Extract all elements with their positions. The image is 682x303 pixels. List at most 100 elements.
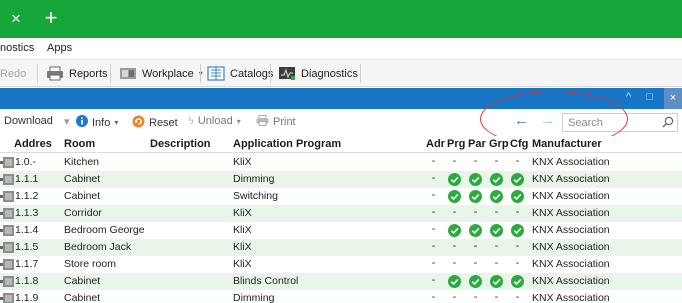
diagnostics-label: Diagnostics	[301, 67, 358, 80]
toolbar-divider	[360, 64, 361, 83]
table-row[interactable]: 1.1.1 Cabinet Dimming KNX Association -	[0, 171, 682, 188]
unload-label: Unload	[197, 115, 233, 127]
device-icon	[0, 208, 14, 219]
reports-label: Reports	[69, 67, 108, 80]
status-dash: -	[494, 240, 499, 252]
check-circle-icon	[511, 173, 524, 186]
column-header-cfg[interactable]: Cfg	[510, 138, 528, 150]
column-header-adr[interactable]: Adr	[426, 138, 445, 150]
maximize-icon[interactable]: □	[646, 91, 653, 103]
menu-bar: nostics Apps	[0, 38, 682, 60]
download-button[interactable]: Download	[4, 115, 53, 127]
table-row[interactable]: 1.0.- Kitchen KliX KNX Association - - - - -	[0, 154, 682, 171]
tab-strip: × +	[0, 0, 682, 38]
info-button[interactable]: Info ▾	[76, 115, 118, 130]
device-toolbar: Download ▾ Info ▾ Reset ϟ Unload ▾ Print…	[0, 109, 682, 135]
check-circle-icon	[448, 190, 461, 203]
status-dash: -	[494, 291, 499, 303]
cell-application-program: Blinds Control	[233, 275, 299, 287]
cell-application-program: KliX	[233, 224, 252, 236]
catalogs-label: Catalogs	[230, 67, 274, 80]
search-input[interactable]	[563, 114, 655, 131]
search-box	[562, 113, 678, 132]
forward-arrow-icon[interactable]: →	[540, 112, 555, 129]
redo-button[interactable]: Redo	[0, 64, 26, 83]
status-dash: -	[515, 257, 520, 269]
workplace-label: Workplace	[142, 67, 194, 80]
status-dash: -	[515, 240, 520, 252]
status-dash: -	[515, 206, 520, 218]
cell-manufacturer: KNX Association	[532, 258, 610, 270]
close-panel-button[interactable]: ×	[664, 88, 682, 109]
check-circle-icon	[448, 275, 461, 288]
main-toolbar: Redo Reports Workplace ▾ Catalogs Diagno…	[0, 60, 682, 87]
column-header-manufacturer[interactable]: Manufacturer	[532, 138, 602, 150]
cell-room: Cabinet	[64, 173, 101, 185]
table-row[interactable]: 1.1.4 Bedroom George KliX KNX Association -	[0, 222, 682, 239]
unload-button[interactable]: ϟ Unload ▾	[188, 115, 241, 127]
check-circle-icon	[469, 173, 482, 186]
cell-application-program: KliX	[233, 156, 252, 168]
check-circle-icon	[490, 190, 503, 203]
toolbar-divider	[200, 64, 201, 83]
status-dash: -	[452, 155, 457, 167]
menu-diagnostics[interactable]: nostics	[0, 42, 34, 54]
menu-apps[interactable]: Apps	[47, 42, 72, 54]
unload-icon: ϟ	[188, 115, 194, 127]
workplace-dropdown[interactable]: Workplace ▾	[119, 64, 203, 83]
catalogs-button[interactable]: Catalogs	[207, 64, 273, 83]
check-circle-icon	[490, 173, 503, 186]
table-row[interactable]: 1.1.5 Bedroom Jack KliX KNX Association - - - -…	[0, 239, 682, 256]
reports-button[interactable]: Reports	[46, 64, 108, 83]
redo-label: Redo	[0, 67, 27, 80]
device-icon	[0, 293, 14, 303]
cell-manufacturer: KNX Association	[532, 173, 610, 185]
cell-application-program: KliX	[233, 207, 252, 219]
panel-header: ^ □ ×	[0, 88, 682, 109]
back-arrow-icon[interactable]: ←	[514, 112, 529, 129]
cell-room: Cabinet	[64, 190, 101, 202]
column-header-description[interactable]: Description	[150, 138, 211, 150]
column-header-par[interactable]: Par	[468, 138, 486, 150]
chevron-down-icon[interactable]: ▾	[64, 115, 70, 128]
status-dash: -	[473, 155, 478, 167]
toolbar-divider	[270, 64, 271, 83]
collapse-icon[interactable]: ^	[626, 91, 631, 103]
table-row[interactable]: 1.1.9 Cabinet Dimming KNX Association - - - - -	[0, 290, 682, 303]
cell-address: 1.1.5	[15, 241, 39, 253]
diagnostics-button[interactable]: Diagnostics	[278, 64, 358, 83]
cell-manufacturer: KNX Association	[532, 156, 610, 168]
column-header-room[interactable]: Room	[64, 138, 95, 150]
cell-address: 1.1.2	[15, 190, 39, 202]
cell-manufacturer: KNX Association	[532, 207, 610, 219]
status-dash: -	[473, 291, 478, 303]
search-icon[interactable]	[662, 116, 674, 128]
table-row[interactable]: 1.1.7 Store room KliX KNX Association - - - - -	[0, 256, 682, 273]
check-circle-icon	[448, 173, 461, 186]
close-tab-button[interactable]: ×	[6, 9, 26, 29]
cell-address: 1.1.9	[15, 292, 39, 303]
reset-label: Reset	[149, 117, 178, 129]
status-dash: -	[494, 155, 499, 167]
column-header-application-program[interactable]: Application Program	[233, 138, 341, 150]
status-dash: -	[431, 274, 436, 286]
cell-room: Store room	[64, 258, 116, 270]
table-row[interactable]: 1.1.2 Cabinet Switching KNX Association -	[0, 188, 682, 205]
add-tab-button[interactable]: +	[40, 7, 62, 29]
cell-address: 1.1.7	[15, 258, 39, 270]
status-dash: -	[431, 240, 436, 252]
cell-manufacturer: KNX Association	[532, 224, 610, 236]
status-dash: -	[431, 189, 436, 201]
cell-application-program: Dimming	[233, 292, 275, 303]
cell-room: Bedroom George	[64, 224, 145, 236]
cell-address: 1.1.4	[15, 224, 39, 236]
column-header-prg[interactable]: Prg	[447, 138, 465, 150]
table-row[interactable]: 1.1.3 Corridor KliX KNX Association - - - - -	[0, 205, 682, 222]
column-header-grp[interactable]: Grp	[489, 138, 509, 150]
reset-button[interactable]: Reset	[132, 115, 178, 131]
column-header-address[interactable]: Addres	[14, 138, 52, 150]
cell-room: Cabinet	[64, 292, 101, 303]
print-button[interactable]: Print	[256, 115, 296, 129]
device-icon	[0, 157, 14, 168]
table-row[interactable]: 1.1.8 Cabinet Blinds Control KNX Associatio…	[0, 273, 682, 290]
